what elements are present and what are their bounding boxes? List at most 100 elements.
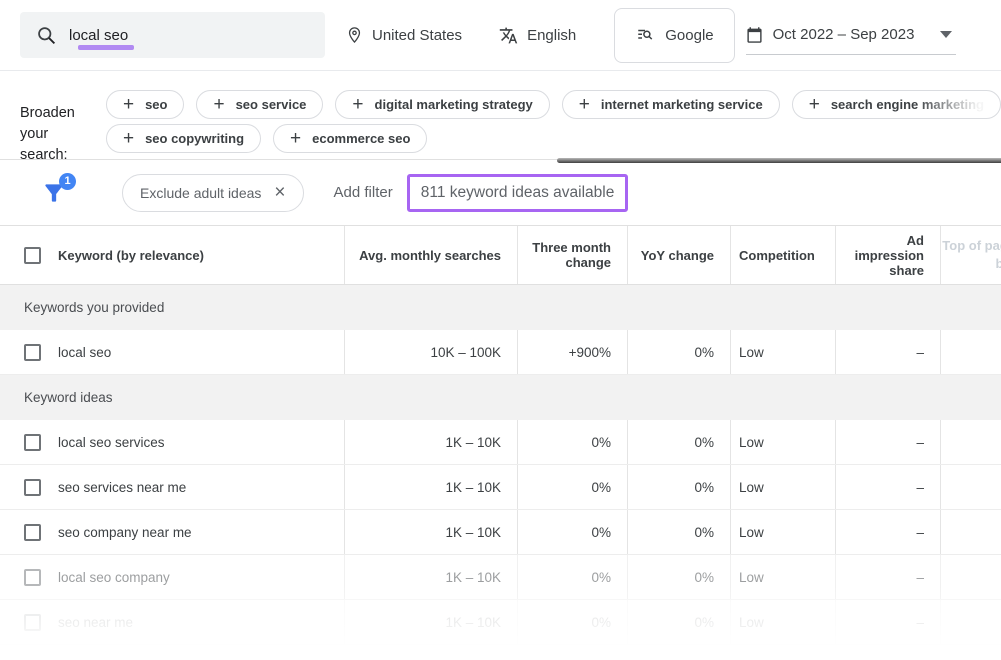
section-keywords-you-provided: Keywords you provided [0,285,1001,330]
broaden-chip-seo-copywriting[interactable]: + seo copywriting [106,124,261,153]
avg-monthly-value: 1K – 10K [345,600,518,644]
plus-icon: + [123,95,134,114]
yoy-value: 0% [628,330,731,374]
keyword-text: seo near me [58,615,133,630]
filter-button[interactable]: 1 [41,180,67,206]
filter-count-badge: 1 [59,173,76,190]
table-header-row: Keyword (by relevance) Avg. monthly sear… [0,225,1001,285]
competition-value: Low [731,600,836,644]
avg-monthly-value: 1K – 10K [345,510,518,554]
keyword-text: local seo services [58,435,165,450]
annotation-underline [78,45,134,50]
col-avg-monthly-searches[interactable]: Avg. monthly searches [345,226,518,284]
three-month-value: 0% [518,600,628,644]
row-checkbox[interactable] [24,479,41,496]
plus-icon: + [123,129,134,148]
ad-impression-value: – [836,465,941,509]
filter-bar: 1 Exclude adult ideas × Add filter 811 k… [0,160,1001,225]
yoy-value: 0% [628,465,731,509]
location-pin-icon [346,25,363,45]
broaden-search-section: Broaden your search: + seo + seo service… [0,70,1001,160]
network-label: Google [665,27,713,44]
search-input[interactable] [69,27,279,44]
avg-monthly-value: 1K – 10K [345,420,518,464]
horizontal-scrollbar[interactable] [557,158,1001,163]
table-row[interactable]: seo near me 1K – 10K 0% 0% Low – [0,600,1001,645]
broaden-chip-ecommerce-seo[interactable]: + ecommerce seo [273,124,427,153]
broaden-chip-digital-marketing-strategy[interactable]: + digital marketing strategy [335,90,549,119]
language-selector[interactable]: English [499,26,576,45]
broaden-chip-seo-service[interactable]: + seo service [196,90,323,119]
row-checkbox[interactable] [24,344,41,361]
col-ad-impression-share[interactable]: Ad impression share [836,226,941,284]
plus-icon: + [290,129,301,148]
keyword-text: local seo [58,345,111,360]
top-toolbar: United States English Google Oct 2022 – … [0,0,1001,70]
yoy-value: 0% [628,555,731,599]
row-checkbox[interactable] [24,614,41,631]
exclude-adult-ideas-chip[interactable]: Exclude adult ideas × [122,174,304,212]
table-row[interactable]: seo company near me 1K – 10K 0% 0% Low – [0,510,1001,555]
avg-monthly-value: 1K – 10K [345,465,518,509]
calendar-icon [746,26,763,44]
competition-value: Low [731,465,836,509]
competition-value: Low [731,330,836,374]
close-icon[interactable]: × [274,183,285,202]
date-range-picker[interactable]: Oct 2022 – Sep 2023 [746,26,957,55]
section-keyword-ideas: Keyword ideas [0,375,1001,420]
avg-monthly-value: 1K – 10K [345,555,518,599]
date-range-label: Oct 2022 – Sep 2023 [773,26,915,43]
row-checkbox[interactable] [24,569,41,586]
search-network-icon [635,26,655,44]
col-competition[interactable]: Competition [731,226,836,284]
three-month-value: +900% [518,330,628,374]
three-month-value: 0% [518,420,628,464]
competition-value: Low [731,555,836,599]
broaden-label: Broaden your search: [20,90,95,159]
keyword-text: seo company near me [58,525,192,540]
chevron-down-icon [940,31,952,38]
ad-impression-value: – [836,555,941,599]
table-row[interactable]: local seo services 1K – 10K 0% 0% Low – [0,420,1001,465]
location-label: United States [372,27,462,44]
location-selector[interactable]: United States [346,25,462,45]
ad-impression-value: – [836,420,941,464]
broaden-chip-seo[interactable]: + seo [106,90,185,119]
keyword-text: local seo company [58,570,170,585]
search-icon [36,25,57,46]
avg-monthly-value: 10K – 100K [345,330,518,374]
col-yoy-change[interactable]: YoY change [628,226,731,284]
col-keyword[interactable]: Keyword (by relevance) [58,248,204,263]
keyword-text: seo services near me [58,480,186,495]
row-checkbox[interactable] [24,524,41,541]
three-month-value: 0% [518,510,628,554]
table-row[interactable]: local seo company 1K – 10K 0% 0% Low – [0,555,1001,600]
competition-value: Low [731,510,836,554]
competition-value: Low [731,420,836,464]
keyword-search-box[interactable] [20,12,325,58]
select-all-checkbox[interactable] [24,247,41,264]
ad-impression-value: – [836,330,941,374]
broaden-chip-search-engine-marketing[interactable]: + search engine marketing [792,90,1001,119]
table-row[interactable]: local seo 10K – 100K +900% 0% Low – [0,330,1001,375]
three-month-value: 0% [518,555,628,599]
broaden-chip-internet-marketing-service[interactable]: + internet marketing service [562,90,780,119]
yoy-value: 0% [628,510,731,554]
search-network-button[interactable]: Google [614,8,734,63]
plus-icon: + [809,95,820,114]
plus-icon: + [579,95,590,114]
yoy-value: 0% [628,600,731,644]
col-three-month-change[interactable]: Three month change [518,226,628,284]
row-checkbox[interactable] [24,434,41,451]
add-filter-button[interactable]: Add filter [334,184,393,201]
table-row[interactable]: seo services near me 1K – 10K 0% 0% Low … [0,465,1001,510]
col-top-of-page-bid[interactable]: Top of page bid [941,237,1001,272]
yoy-value: 0% [628,420,731,464]
translate-icon [499,26,518,45]
language-label: English [527,27,576,44]
ad-impression-value: – [836,600,941,644]
plus-icon: + [352,95,363,114]
three-month-value: 0% [518,465,628,509]
plus-icon: + [213,95,224,114]
ad-impression-value: – [836,510,941,554]
